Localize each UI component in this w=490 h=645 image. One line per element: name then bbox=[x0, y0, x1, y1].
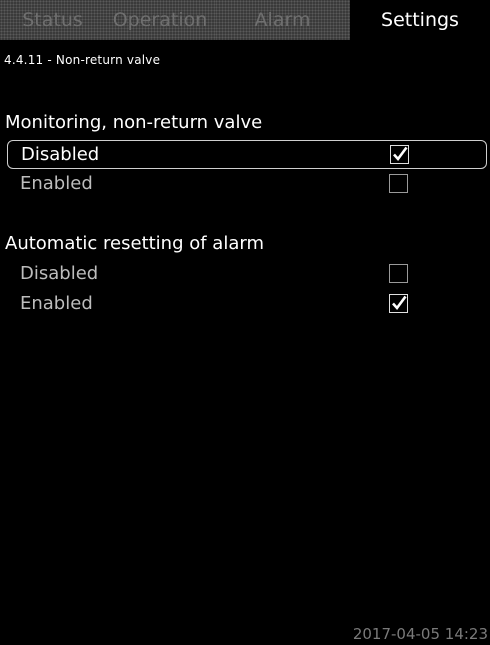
option-label: Disabled bbox=[21, 144, 100, 165]
option-label: Enabled bbox=[20, 293, 93, 314]
checkmark-icon bbox=[393, 146, 408, 162]
option-checkbox[interactable] bbox=[389, 174, 408, 193]
option-row-enabled[interactable]: Enabled bbox=[7, 290, 487, 319]
option-row-disabled[interactable]: Disabled bbox=[7, 260, 487, 289]
tab-operation-label: Operation bbox=[112, 9, 208, 31]
tab-alarm[interactable]: Alarm bbox=[215, 0, 350, 40]
page-title: 4.4.11 - Non-return valve bbox=[4, 53, 161, 67]
option-row-enabled[interactable]: Enabled bbox=[7, 170, 487, 199]
tab-settings[interactable]: Settings bbox=[350, 0, 490, 40]
checkmark-icon bbox=[392, 295, 407, 311]
option-checkbox[interactable] bbox=[390, 145, 409, 164]
option-row-disabled[interactable]: Disabled bbox=[7, 140, 487, 169]
tab-bar: Status Operation Alarm Settings bbox=[0, 0, 490, 40]
tab-operation[interactable]: Operation bbox=[105, 0, 215, 40]
tab-alarm-label: Alarm bbox=[254, 9, 311, 31]
tab-status-label: Status bbox=[22, 9, 83, 31]
datetime-display: 2017-04-05 14:23 bbox=[352, 625, 488, 643]
option-label: Disabled bbox=[20, 263, 99, 284]
option-label: Enabled bbox=[20, 173, 93, 194]
section-title-monitoring: Monitoring, non-return valve bbox=[5, 112, 263, 133]
section-title-auto-reset: Automatic resetting of alarm bbox=[5, 233, 264, 254]
tab-settings-label: Settings bbox=[381, 9, 459, 31]
tab-status[interactable]: Status bbox=[0, 0, 105, 40]
option-checkbox[interactable] bbox=[389, 294, 408, 313]
option-checkbox[interactable] bbox=[389, 264, 408, 283]
